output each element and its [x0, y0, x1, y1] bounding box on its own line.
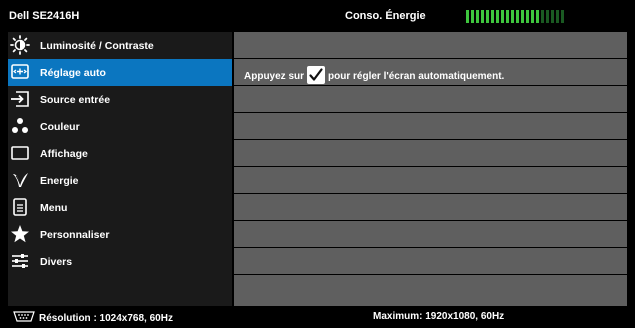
menu-item-label: Luminosité / Contraste: [40, 40, 154, 52]
energy-meter-segment: [481, 10, 484, 23]
energy-meter: [466, 10, 564, 23]
osd-footer: Résolution : 1024x768, 60Hz Maximum: 192…: [0, 306, 635, 328]
menu-item-auto-adjust[interactable]: Réglage auto: [8, 59, 232, 86]
menu-item-label: Menu: [40, 202, 68, 214]
energy-meter-segment: [506, 10, 509, 23]
video-connector-icon: [13, 311, 35, 325]
energy-meter-segment: [541, 10, 544, 23]
energy-meter-segment: [546, 10, 549, 23]
energy-meter-segment: [491, 10, 494, 23]
auto-adjust-description: Appuyez sur pour régler l'écran automati…: [244, 66, 505, 85]
brightness-icon: [10, 35, 30, 55]
menu-item-label: Affichage: [40, 148, 88, 160]
energy-icon: [10, 170, 30, 190]
sliders-icon: [10, 251, 30, 271]
menu-icon: [10, 197, 30, 217]
resolution-text: Résolution : 1024x768, 60Hz: [39, 312, 173, 324]
menu-item-label: Energie: [40, 175, 79, 187]
energy-meter-segment: [556, 10, 559, 23]
osd-header: Dell SE2416H Conso. Énergie: [0, 0, 635, 32]
energy-meter-segment: [501, 10, 504, 23]
energy-meter-segment: [511, 10, 514, 23]
menu-item-color[interactable]: Couleur: [8, 113, 232, 140]
submenu-row: [234, 113, 627, 139]
menu-item-energy[interactable]: Energie: [8, 167, 232, 194]
submenu-row: [234, 221, 627, 247]
star-icon: [10, 224, 30, 244]
menu-item-label: Réglage auto: [40, 67, 106, 79]
menu-item-personalize[interactable]: Personnaliser: [8, 221, 232, 248]
energy-meter-segment: [526, 10, 529, 23]
energy-meter-segment: [486, 10, 489, 23]
energy-meter-segment: [496, 10, 499, 23]
check-icon: [307, 66, 326, 84]
energy-meter-segment: [536, 10, 539, 23]
energy-meter-segment: [466, 10, 469, 23]
menu-item-label: Couleur: [40, 121, 80, 133]
maximum-resolution: Maximum: 1920x1080, 60Hz: [373, 311, 505, 322]
submenu-row: [234, 32, 627, 58]
input-source-icon: [10, 89, 30, 109]
menu-item-input-source[interactable]: Source entrée: [8, 86, 232, 113]
energy-meter-segment: [551, 10, 554, 23]
submenu-row: [234, 167, 627, 193]
auto-adjust-row[interactable]: Appuyez sur pour régler l'écran automati…: [234, 59, 627, 85]
submenu-row: [234, 86, 627, 112]
energy-meter-segment: [476, 10, 479, 23]
menu-item-label: Divers: [40, 256, 73, 268]
auto-adjust-icon: [10, 62, 30, 82]
menu-item-label: Source entrée: [40, 94, 111, 106]
energy-meter-segment: [561, 10, 564, 23]
submenu-row: [234, 140, 627, 166]
energy-meter-segment: [471, 10, 474, 23]
energy-label: Conso. Énergie: [345, 10, 426, 22]
display-icon: [10, 143, 30, 163]
submenu-row: [234, 248, 627, 274]
resolution-info: Résolution : 1024x768, 60Hz: [13, 311, 173, 325]
energy-meter-segment: [516, 10, 519, 23]
energy-meter-segment: [531, 10, 534, 23]
menu-item-menu[interactable]: Menu: [8, 194, 232, 221]
menu-item-others[interactable]: Divers: [8, 248, 232, 275]
menu-item-display[interactable]: Affichage: [8, 140, 232, 167]
auto-adjust-text-before: Appuyez sur: [244, 70, 305, 82]
energy-meter-segment: [521, 10, 524, 23]
auto-adjust-text-after: pour régler l'écran automatiquement.: [328, 70, 505, 82]
submenu-row: [234, 194, 627, 220]
model-name: Dell SE2416H: [9, 10, 80, 22]
main-menu: Luminosité / Contraste Réglage auto Sour…: [8, 32, 232, 306]
submenu-row: [234, 275, 627, 306]
menu-item-brightness-contrast[interactable]: Luminosité / Contraste: [8, 32, 232, 59]
color-icon: [10, 116, 30, 136]
menu-item-label: Personnaliser: [40, 229, 110, 241]
submenu-panel: Appuyez sur pour régler l'écran automati…: [234, 32, 627, 306]
